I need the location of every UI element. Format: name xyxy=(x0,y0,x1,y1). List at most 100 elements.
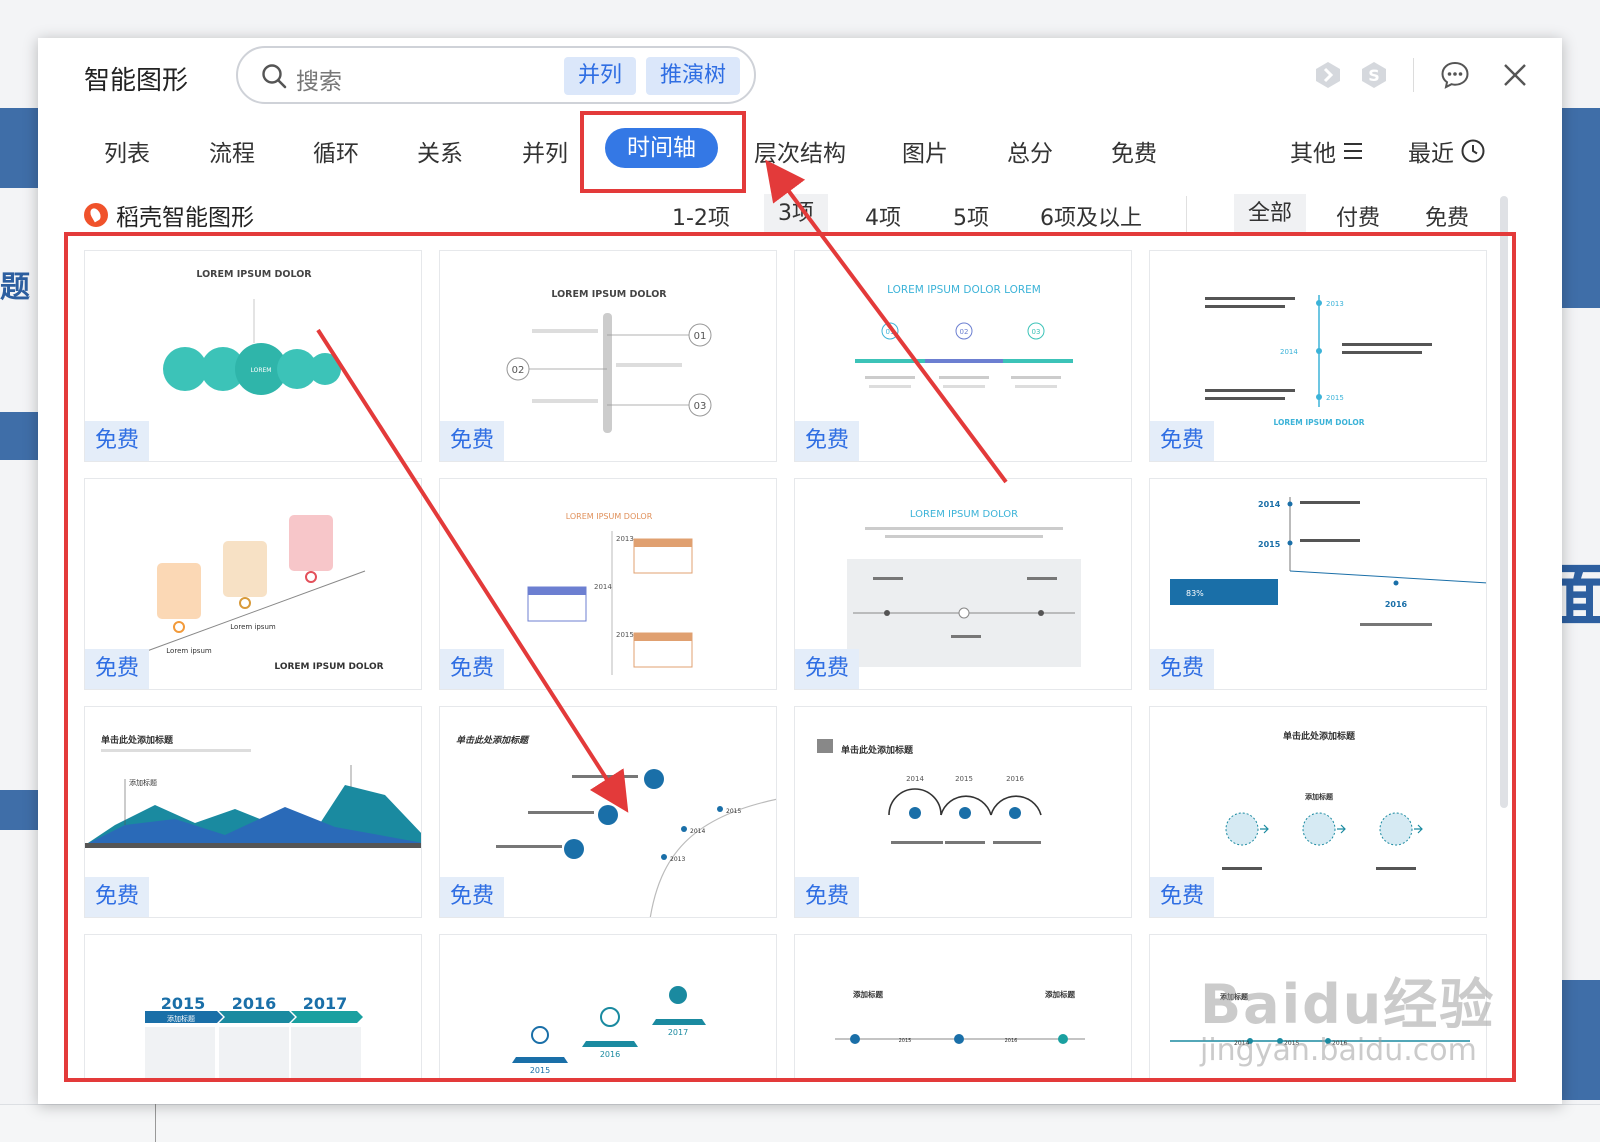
template-card[interactable]: LOREM IPSUM DOLOR 2013 2014 2015 免费 xyxy=(439,478,777,690)
template-card[interactable]: 2015 2016 2017 添加标题 xyxy=(84,934,422,1078)
template-card[interactable]: 2013 2014 2015 LOREM IPSUM DOLOR 免费 xyxy=(1149,250,1487,462)
comment-icon[interactable] xyxy=(1438,58,1472,92)
svg-text:2015: 2015 xyxy=(1326,394,1344,402)
free-badge: 免费 xyxy=(440,421,505,461)
svg-text:2014: 2014 xyxy=(906,775,924,783)
search-chip-parallel[interactable]: 并列 xyxy=(564,57,637,95)
svg-text:03: 03 xyxy=(1032,328,1041,336)
template-preview: 2017 2016 2015 xyxy=(512,986,706,1075)
free-badge: 免费 xyxy=(1150,649,1215,689)
svg-text:LOREM IPSUM DOLOR: LOREM IPSUM DOLOR xyxy=(274,662,383,672)
svg-text:03: 03 xyxy=(694,401,707,412)
template-grid-highlight: LOREM IPSUM DOLOR LOREM 免费 LOREM IPSUM D… xyxy=(64,232,1516,1082)
svg-text:添加标题: 添加标题 xyxy=(1305,792,1334,801)
baidu-watermark: Baidu经验 jingyan.baidu.com xyxy=(1200,960,1495,1068)
tab-process[interactable]: 流程 xyxy=(209,134,255,168)
free-badge: 免费 xyxy=(85,649,150,689)
svg-text:2016: 2016 xyxy=(600,1050,620,1059)
count-filter-5[interactable]: 5项 xyxy=(953,200,989,232)
svg-text:2013: 2013 xyxy=(670,856,685,863)
svg-text:2015: 2015 xyxy=(616,631,634,639)
svg-text:2014: 2014 xyxy=(594,583,612,591)
template-card[interactable]: LOREM IPSUM DOLOR 免费 xyxy=(794,478,1132,690)
template-card[interactable]: 单击此处添加标题 添加标题 免费 xyxy=(1149,706,1487,918)
free-badge: 免费 xyxy=(795,649,860,689)
count-filter-3[interactable]: 3项 xyxy=(764,194,828,234)
price-filter-all[interactable]: 全部 xyxy=(1234,194,1307,234)
free-badge: 免费 xyxy=(795,877,860,917)
count-filter-1-2[interactable]: 1-2项 xyxy=(672,200,730,232)
template-card[interactable]: 添加标题 添加标题 2015 2016 xyxy=(794,934,1132,1078)
tab-list[interactable]: 列表 xyxy=(104,134,150,168)
menu-icon xyxy=(1344,143,1362,159)
svg-text:S: S xyxy=(1368,66,1380,85)
background-band xyxy=(0,790,40,830)
svg-text:2015: 2015 xyxy=(955,775,973,783)
free-badge: 免费 xyxy=(795,421,860,461)
svg-text:添加标题: 添加标题 xyxy=(853,989,883,999)
timeline-tab-highlight xyxy=(580,111,746,193)
svg-text:83%: 83% xyxy=(1186,589,1204,598)
tab-free[interactable]: 免费 xyxy=(1111,134,1157,168)
free-badge: 免费 xyxy=(440,877,505,917)
svg-text:添加标题: 添加标题 xyxy=(129,778,157,787)
svg-text:2015: 2015 xyxy=(899,1038,912,1044)
template-card[interactable]: 单击此处添加标题 2014 2015 2016 免费 xyxy=(794,706,1132,918)
search-chip-deduction-tree[interactable]: 推演树 xyxy=(646,57,741,95)
svg-text:2015: 2015 xyxy=(161,994,206,1013)
price-filter-free[interactable]: 免费 xyxy=(1425,200,1469,232)
svg-text:Lorem ipsum: Lorem ipsum xyxy=(166,647,212,655)
background-band xyxy=(0,412,40,460)
template-card[interactable]: 2017 2016 2015 xyxy=(439,934,777,1078)
svg-text:2014: 2014 xyxy=(1258,500,1281,509)
svg-text:01: 01 xyxy=(886,328,895,336)
svg-text:LOREM: LOREM xyxy=(251,367,272,374)
free-badge: 免费 xyxy=(440,649,505,689)
svg-text:2014: 2014 xyxy=(690,828,705,835)
close-icon[interactable] xyxy=(1498,58,1532,92)
template-card[interactable]: LOREM IPSUM DOLOR LOREM 01 02 03 免费 xyxy=(794,250,1132,462)
svg-text:2016: 2016 xyxy=(1005,1038,1018,1044)
svg-text:单击此处添加标题: 单击此处添加标题 xyxy=(841,744,914,756)
dialog-toolbar: S xyxy=(1313,58,1532,92)
template-card[interactable]: LOREM IPSUM DOLOR LOREM 免费 xyxy=(84,250,422,462)
toolbar-separator xyxy=(1413,58,1414,92)
watermark-brand: Baidu经验 xyxy=(1200,973,1496,1036)
tab-cycle[interactable]: 循环 xyxy=(313,134,359,168)
svg-text:2016: 2016 xyxy=(232,994,277,1013)
tab-other[interactable]: 其他 xyxy=(1290,134,1364,168)
template-card[interactable]: 单击此处添加标题 添加标题 免费 xyxy=(84,706,422,918)
tab-recent[interactable]: 最近 xyxy=(1408,134,1486,168)
tab-parallel[interactable]: 并列 xyxy=(522,134,568,168)
template-card[interactable]: LOREM IPSUM DOLOR 01 02 03 免费 xyxy=(439,250,777,462)
svg-text:LOREM IPSUM DOLOR: LOREM IPSUM DOLOR xyxy=(551,289,667,300)
background-divider xyxy=(155,1104,156,1142)
search-input[interactable]: 搜索 xyxy=(296,62,342,96)
tab-hierarchy[interactable]: 层次结构 xyxy=(754,134,846,168)
tab-relation[interactable]: 关系 xyxy=(417,134,463,168)
svg-text:2014: 2014 xyxy=(1280,348,1298,356)
tab-picture[interactable]: 图片 xyxy=(902,134,948,168)
hex-badge-icon[interactable] xyxy=(1313,60,1343,90)
count-filter-4[interactable]: 4项 xyxy=(865,200,901,232)
tab-total-sub[interactable]: 总分 xyxy=(1007,134,1053,168)
svg-text:02: 02 xyxy=(960,328,969,336)
price-filter-paid[interactable]: 付费 xyxy=(1336,200,1380,232)
free-badge: 免费 xyxy=(85,421,150,461)
svg-text:2016: 2016 xyxy=(1006,775,1024,783)
svg-text:单击此处添加标题: 单击此处添加标题 xyxy=(1283,730,1356,742)
s-badge-icon[interactable]: S xyxy=(1359,60,1389,90)
template-card[interactable]: Lorem ipsum Lorem ipsum LOREM IPSUM DOLO… xyxy=(84,478,422,690)
background-status-bar xyxy=(0,1104,1600,1142)
svg-text:02: 02 xyxy=(512,365,525,376)
count-filter-6-plus[interactable]: 6项及以上 xyxy=(1040,200,1142,232)
template-card[interactable]: 单击此处添加标题 2015 2014 2013 免费 xyxy=(439,706,777,918)
search-box[interactable]: 搜索 并列 推演树 xyxy=(236,46,756,104)
clock-icon xyxy=(1461,139,1485,163)
search-icon xyxy=(262,64,287,89)
svg-text:2016: 2016 xyxy=(1385,600,1408,609)
svg-text:Lorem ipsum: Lorem ipsum xyxy=(230,623,276,631)
tab-other-label: 其他 xyxy=(1290,141,1336,167)
background-text: 题 xyxy=(0,270,30,305)
template-card[interactable]: 2014 2015 83% 2016 免费 xyxy=(1149,478,1487,690)
